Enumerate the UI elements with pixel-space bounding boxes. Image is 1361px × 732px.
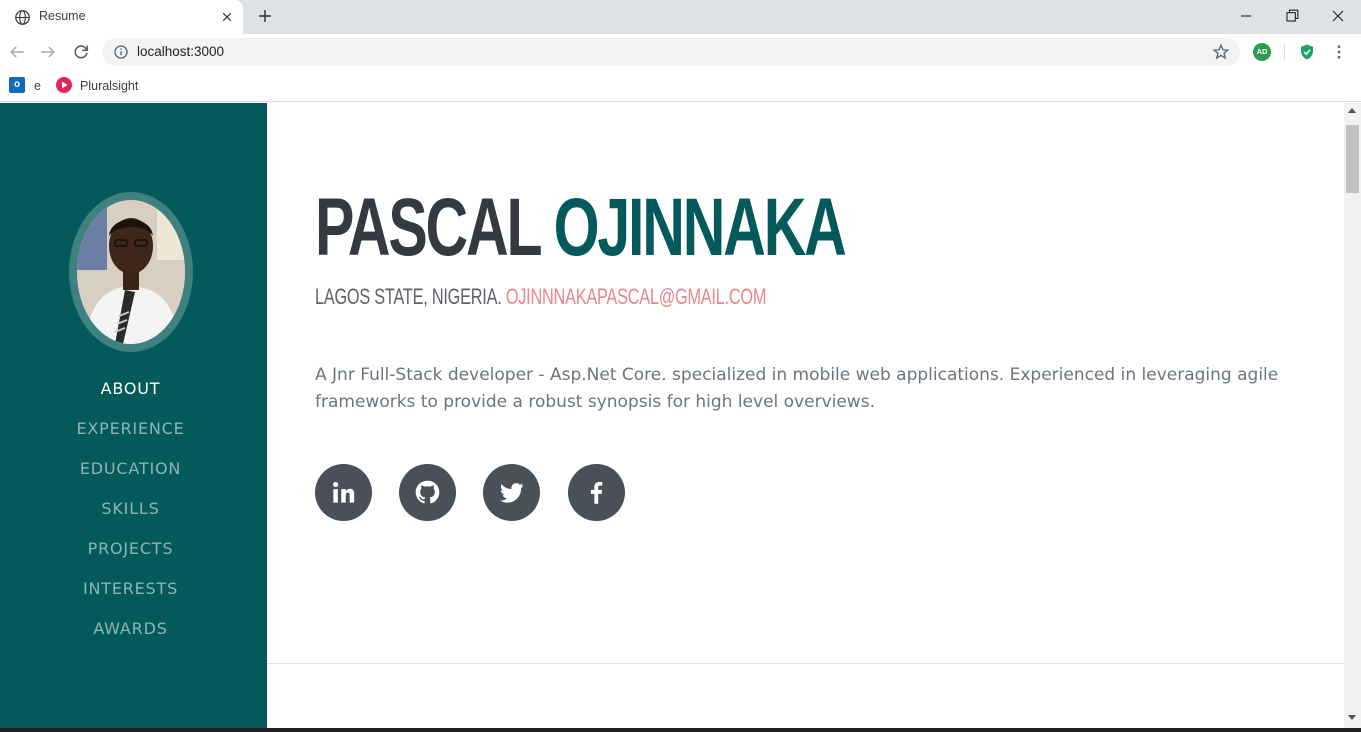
nav-experience[interactable]: EXPERIENCE — [0, 419, 261, 438]
nav-awards[interactable]: AWARDS — [0, 619, 261, 638]
page-scrollbar[interactable] — [1344, 103, 1361, 732]
profile-avatar-frame — [69, 192, 193, 352]
page-title: PASCAL OJINNAKA — [315, 187, 847, 269]
url-text[interactable]: localhost:3000 — [137, 44, 224, 59]
email-link[interactable]: OJINNNAKAPASCAL@GMAIL.COM — [506, 284, 767, 309]
first-name: PASCAL — [315, 182, 541, 273]
taskbar-edge — [0, 728, 1361, 732]
nav-interests[interactable]: INTERESTS — [0, 579, 261, 598]
globe-icon — [15, 10, 30, 25]
contact-subheading: LAGOS STATE, NIGERIA. OJINNNAKAPASCAL@GM… — [315, 284, 766, 310]
scroll-down-arrow-icon[interactable] — [1348, 715, 1356, 720]
tab-title: Resume — [39, 9, 86, 23]
more-menu-icon[interactable] — [1330, 42, 1348, 62]
shield-extension-icon[interactable] — [1298, 43, 1316, 61]
address-bar[interactable]: localhost:3000 — [102, 38, 1240, 66]
bookmark-star-icon[interactable] — [1212, 43, 1230, 61]
last-name: OJINNAKA — [553, 182, 847, 273]
sidebar-nav: ABOUT EXPERIENCE EDUCATION SKILLS PROJEC… — [0, 103, 267, 732]
tab-strip: Resume — [0, 0, 1361, 34]
scroll-up-arrow-icon[interactable] — [1348, 108, 1356, 113]
profile-avatar — [77, 200, 185, 344]
forward-icon[interactable] — [38, 42, 58, 62]
nav-education[interactable]: EDUCATION — [0, 459, 261, 478]
twitter-button[interactable] — [483, 464, 540, 521]
linkedin-button[interactable] — [315, 464, 372, 521]
github-icon — [415, 480, 440, 504]
tab-resume[interactable]: Resume — [0, 0, 243, 34]
about-section: PASCAL OJINNAKA LAGOS STATE, NIGERIA. OJ… — [267, 103, 1344, 732]
facebook-icon — [590, 481, 603, 504]
toolbar-separator — [1284, 44, 1285, 60]
reload-icon[interactable] — [71, 42, 91, 62]
linkedin-icon — [333, 481, 355, 503]
bookmark-e[interactable]: o e — [9, 77, 45, 95]
minimize-icon[interactable] — [1236, 6, 1256, 26]
info-icon[interactable] — [113, 44, 129, 60]
adblock-extension-icon[interactable]: AD — [1253, 43, 1271, 61]
location-text: LAGOS STATE, NIGERIA. — [315, 284, 502, 309]
close-window-icon[interactable] — [1328, 6, 1348, 26]
close-icon[interactable] — [218, 8, 236, 26]
nav-skills[interactable]: SKILLS — [0, 499, 261, 518]
twitter-icon — [499, 483, 524, 503]
scroll-thumb[interactable] — [1346, 125, 1359, 193]
pluralsight-icon — [56, 77, 72, 93]
section-divider — [267, 663, 1344, 664]
bookmarks-bar: o e Pluralsight — [0, 70, 1361, 102]
browser-toolbar: localhost:3000 AD — [0, 34, 1361, 70]
restore-icon[interactable] — [1282, 6, 1302, 26]
nav-projects[interactable]: PROJECTS — [0, 539, 261, 558]
github-button[interactable] — [399, 464, 456, 521]
nav-about[interactable]: ABOUT — [0, 379, 261, 398]
back-icon[interactable] — [7, 42, 27, 62]
bookmark-label: e — [34, 79, 41, 93]
outlook-icon: o — [9, 77, 25, 93]
facebook-button[interactable] — [568, 464, 625, 521]
bookmark-pluralsight[interactable]: Pluralsight — [56, 77, 146, 95]
bio-text: A Jnr Full-Stack developer - Asp.Net Cor… — [315, 365, 1279, 412]
bookmark-label: Pluralsight — [80, 79, 139, 93]
new-tab-icon[interactable] — [255, 6, 275, 26]
